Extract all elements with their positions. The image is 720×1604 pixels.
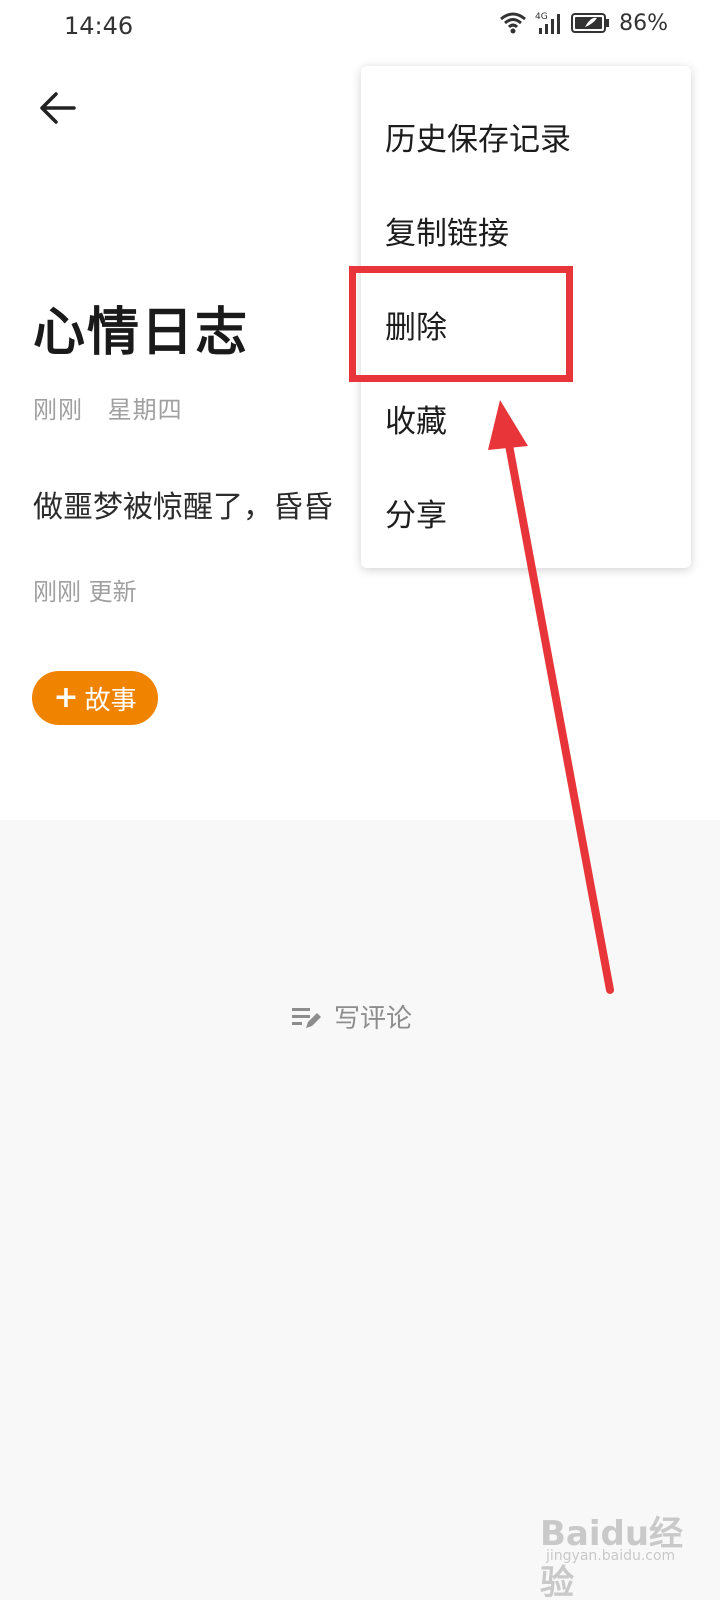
menu-item-favorite[interactable]: 收藏 [385,396,447,441]
add-story-label: 故事 [84,685,137,716]
edit-icon [292,1007,321,1028]
watermark-url: jingyan.baidu.com [546,1548,676,1564]
menu-item-history[interactable]: 历史保存记录 [385,114,571,159]
meta-day: 星期四 [107,396,183,424]
battery-icon [571,13,610,33]
meta-time: 刚刚 [33,396,83,424]
signal-icon: 4G [535,12,561,34]
write-comment-button[interactable]: 写评论 [290,998,412,1035]
updated-time: 刚刚 更新 [33,578,137,606]
wifi-icon [500,12,527,34]
battery-percent: 86% [619,10,668,36]
comment-area [0,820,720,1600]
write-comment-label: 写评论 [334,1004,413,1034]
back-button[interactable] [34,84,82,132]
status-icons: 4G 86% [499,10,668,36]
page-title: 心情日志 [33,303,250,363]
svg-text:4G: 4G [535,12,548,22]
highlight-box [349,266,573,382]
entry-content[interactable]: 做噩梦被惊醒了，昏昏 [33,482,333,526]
watermark: Baidu经验 jingyan.baidu.com [540,1500,710,1603]
plus-icon: + [53,680,79,715]
status-time: 14:46 [64,12,134,40]
entry-meta: 刚刚 星期四 [33,390,199,425]
status-bar: 14:46 4G 86% [0,0,720,56]
arrow-left-icon [40,92,76,124]
add-story-button[interactable]: + 故事 [32,671,158,725]
menu-item-copy-link[interactable]: 复制链接 [385,208,509,253]
menu-item-share[interactable]: 分享 [385,490,447,535]
